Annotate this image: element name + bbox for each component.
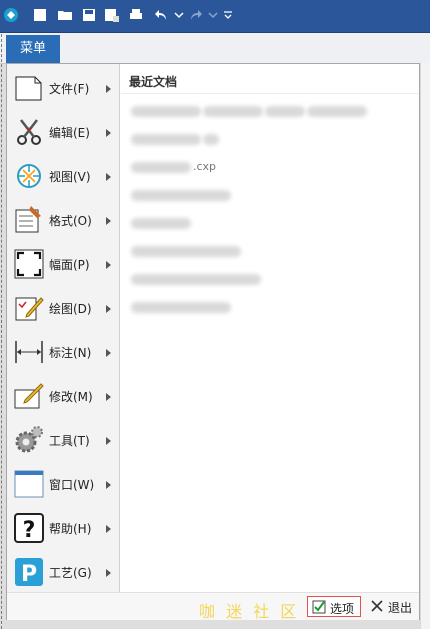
menu-item-label: 文件(F) <box>49 82 90 96</box>
recent-document-item[interactable]: .cxp <box>131 160 216 176</box>
print-icon[interactable] <box>128 7 144 23</box>
menu-item-label: 绘图(D) <box>49 302 92 316</box>
window-icon <box>14 470 44 498</box>
recent-document-item[interactable] <box>131 132 221 148</box>
submenu-arrow-icon <box>106 217 111 225</box>
format-brush-icon <box>15 206 41 233</box>
customize-toolbar-icon[interactable] <box>220 7 236 23</box>
application-menu: 文件(F) 编辑(E) 视图(V) 格式(O) 幅面(P) 绘图(D) 标注(N… <box>6 63 420 620</box>
menu-item-process[interactable]: P 工艺(G) <box>7 550 119 594</box>
menu-item-label: 视图(V) <box>49 170 91 184</box>
menu-item-format[interactable]: 格式(O) <box>7 198 119 242</box>
submenu-arrow-icon <box>106 349 111 357</box>
recent-documents-title: 最近文档 <box>129 75 178 89</box>
menu-item-dimension[interactable]: 标注(N) <box>7 330 119 374</box>
redacted-text <box>131 133 201 145</box>
menu-item-help[interactable]: ? 帮助(H) <box>7 506 119 550</box>
menu-item-draw[interactable]: 绘图(D) <box>7 286 119 330</box>
submenu-arrow-icon <box>106 173 111 181</box>
redacted-text <box>131 245 241 257</box>
recent-document-name: .cxp <box>193 160 217 173</box>
redo-dropdown-icon[interactable] <box>205 7 221 23</box>
submenu-arrow-icon <box>106 525 111 533</box>
menu-tab[interactable]: 菜单 <box>6 35 60 63</box>
submenu-arrow-icon <box>106 393 111 401</box>
redacted-text <box>131 217 191 229</box>
exit-label: 退出 <box>388 601 413 615</box>
process-icon: P <box>15 558 43 587</box>
file-icon <box>15 76 42 101</box>
menu-item-label: 窗口(W) <box>49 478 95 492</box>
menu-item-sheet[interactable]: 幅面(P) <box>7 242 119 286</box>
dimension-icon <box>15 341 43 363</box>
help-icon: ? <box>14 513 44 543</box>
undo-dropdown-icon[interactable] <box>171 7 187 23</box>
recent-document-item[interactable] <box>131 104 369 120</box>
options-button[interactable]: 选项 <box>307 596 361 617</box>
submenu-arrow-icon <box>106 305 111 313</box>
modify-icon <box>14 383 44 409</box>
exit-button[interactable]: 退出 <box>366 596 416 617</box>
new-file-icon[interactable] <box>32 7 48 23</box>
redacted-text <box>203 133 219 145</box>
menu-item-label: 格式(O) <box>49 214 92 228</box>
frame-icon <box>14 249 44 279</box>
options-label: 选项 <box>330 602 355 616</box>
save-as-icon[interactable] <box>104 7 120 23</box>
recent-document-item[interactable] <box>131 188 233 204</box>
redo-icon[interactable] <box>188 7 204 23</box>
redacted-text <box>131 273 261 285</box>
menu-item-file[interactable]: 文件(F) <box>7 66 119 110</box>
menu-item-label: 工具(T) <box>49 434 90 448</box>
tools-gear-icon <box>15 426 43 453</box>
svg-text:?: ? <box>23 518 36 543</box>
redacted-text <box>307 105 367 117</box>
menu-item-label: 工艺(G) <box>49 566 92 580</box>
scissors-icon <box>17 119 41 145</box>
recent-document-item[interactable] <box>131 272 263 288</box>
menu-item-label: 编辑(E) <box>49 126 90 140</box>
submenu-arrow-icon <box>106 85 111 93</box>
menu-item-modify[interactable]: 修改(M) <box>7 374 119 418</box>
redacted-text <box>131 301 231 313</box>
background-window-edge <box>420 63 430 629</box>
redacted-text <box>203 105 263 117</box>
menu-item-label: 标注(N) <box>49 346 92 360</box>
submenu-arrow-icon <box>106 261 111 269</box>
selection-edge <box>1 34 3 629</box>
submenu-arrow-icon <box>106 569 111 577</box>
menu-item-label: 幅面(P) <box>49 258 90 272</box>
submenu-arrow-icon <box>106 481 111 489</box>
menu-item-label: 帮助(H) <box>49 522 92 536</box>
watermark: 咖 迷 社 区 <box>199 602 300 621</box>
redacted-text <box>265 105 305 117</box>
view-icon <box>17 164 41 188</box>
close-icon <box>371 600 383 612</box>
undo-icon[interactable] <box>153 7 169 23</box>
menu-item-window[interactable]: 窗口(W) <box>7 462 119 506</box>
app-logo-icon <box>4 8 18 22</box>
menu-item-tools[interactable]: 工具(T) <box>7 418 119 462</box>
submenu-arrow-icon <box>106 129 111 137</box>
save-icon[interactable] <box>81 7 97 23</box>
recent-document-item[interactable] <box>131 244 243 260</box>
submenu-arrow-icon <box>106 437 111 445</box>
menu-tab-row <box>0 33 430 64</box>
draw-icon <box>15 297 44 321</box>
menu-item-label: 修改(M) <box>49 390 93 404</box>
redacted-text <box>131 161 191 173</box>
recent-document-item[interactable] <box>131 300 233 316</box>
redacted-text <box>131 189 231 201</box>
divider <box>121 93 419 94</box>
menu-item-view[interactable]: 视图(V) <box>7 154 119 198</box>
svg-text:P: P <box>21 562 37 587</box>
redacted-text <box>131 105 201 117</box>
menu-item-edit[interactable]: 编辑(E) <box>7 110 119 154</box>
title-bar <box>0 0 430 33</box>
checkbox-icon <box>312 600 326 614</box>
open-folder-icon[interactable] <box>57 7 73 23</box>
recent-document-item[interactable] <box>131 216 193 232</box>
menu-list: 文件(F) 编辑(E) 视图(V) 格式(O) 幅面(P) 绘图(D) 标注(N… <box>7 64 120 619</box>
